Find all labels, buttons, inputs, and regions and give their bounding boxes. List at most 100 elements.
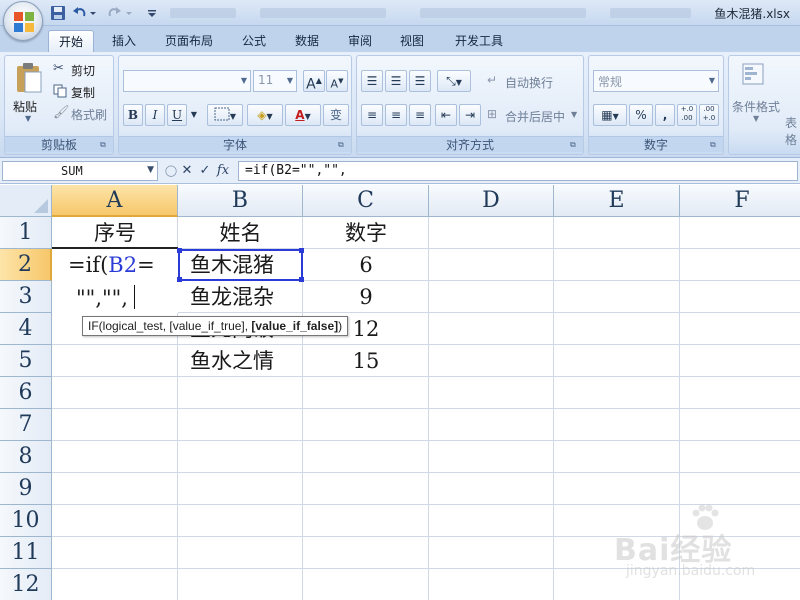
row-header-10[interactable]: 10 bbox=[0, 505, 52, 537]
reference-handle[interactable] bbox=[177, 248, 182, 253]
number-format-combo[interactable]: 常规 ▼ bbox=[593, 70, 719, 92]
font-size-combo[interactable]: 11 ▼ bbox=[253, 70, 297, 92]
copy-button[interactable]: 复制 bbox=[53, 82, 113, 102]
select-all-corner[interactable] bbox=[0, 185, 52, 217]
editor-prefix: =if( bbox=[68, 253, 109, 277]
align-center-icon[interactable]: ≡ bbox=[385, 104, 407, 126]
merge-center-button[interactable]: ⊞ 合并后居中 ▼ bbox=[487, 106, 583, 126]
increase-indent-icon[interactable]: ⇥ bbox=[459, 104, 481, 126]
redo-icon[interactable] bbox=[106, 5, 122, 21]
row-header-8[interactable]: 8 bbox=[0, 441, 52, 473]
bold-button[interactable]: B bbox=[123, 104, 143, 126]
font-name-combo[interactable]: ▼ bbox=[123, 70, 251, 92]
cancel-entry-icon[interactable]: ✕ bbox=[178, 161, 196, 181]
underline-dropdown-icon[interactable]: ▼ bbox=[187, 104, 201, 126]
shrink-font-icon[interactable]: A▼ bbox=[326, 70, 348, 92]
cell-c5[interactable]: 15 bbox=[303, 346, 429, 377]
reference-highlight-b2 bbox=[177, 248, 304, 282]
tab-formulas[interactable]: 公式 bbox=[232, 30, 276, 52]
cell-c3[interactable]: 9 bbox=[303, 282, 429, 313]
align-right-icon[interactable]: ≡ bbox=[409, 104, 431, 126]
number-launcher-icon[interactable]: ⧉ bbox=[710, 140, 720, 150]
copy-icon bbox=[53, 84, 67, 101]
row-header-5[interactable]: 5 bbox=[0, 345, 52, 377]
accounting-format-icon[interactable]: ▦▼ bbox=[593, 104, 627, 126]
row-header-2[interactable]: 2 bbox=[0, 249, 52, 281]
column-header-c[interactable]: C bbox=[303, 185, 429, 217]
column-header-b[interactable]: B bbox=[178, 185, 303, 217]
conditional-format-label[interactable]: 条件格式 bbox=[732, 98, 780, 115]
column-header-e[interactable]: E bbox=[554, 185, 680, 217]
cell-a2-editor[interactable]: =if(B2= "","", bbox=[52, 249, 178, 313]
tab-insert[interactable]: 插入 bbox=[100, 30, 148, 52]
tab-page-layout[interactable]: 页面布局 bbox=[158, 30, 220, 52]
cell-c1[interactable]: 数字 bbox=[303, 218, 429, 249]
tab-developer[interactable]: 开发工具 bbox=[446, 30, 512, 52]
office-button[interactable] bbox=[3, 1, 43, 41]
row-header-6[interactable]: 6 bbox=[0, 377, 52, 409]
name-box[interactable]: SUM ▼ bbox=[2, 161, 158, 181]
undo-icon[interactable] bbox=[72, 5, 88, 21]
fill-color-button[interactable]: ◈▼ bbox=[247, 104, 283, 126]
column-header-f[interactable]: F bbox=[680, 185, 800, 217]
comma-button[interactable]: , bbox=[655, 104, 675, 126]
alignment-launcher-icon[interactable]: ⧉ bbox=[570, 140, 580, 150]
decrease-indent-icon[interactable]: ⇤ bbox=[435, 104, 457, 126]
format-painter-button[interactable]: 🖌 格式刷 bbox=[53, 104, 115, 124]
decrease-decimal-button[interactable]: .00 +.0 bbox=[699, 104, 719, 126]
row-header-12[interactable]: 12 bbox=[0, 569, 52, 600]
row-header-3[interactable]: 3 bbox=[0, 281, 52, 313]
copy-label: 复制 bbox=[71, 86, 96, 100]
conditional-format-icon[interactable] bbox=[741, 62, 767, 88]
undo-dropdown-icon[interactable] bbox=[88, 5, 98, 21]
align-middle-icon[interactable]: ☰ bbox=[385, 70, 407, 92]
align-bottom-icon[interactable]: ☰ bbox=[409, 70, 431, 92]
underline-button[interactable]: U bbox=[167, 104, 187, 126]
cut-button[interactable]: ✂ 剪切 bbox=[53, 60, 113, 80]
cell-b3[interactable]: 鱼龙混杂 bbox=[190, 282, 302, 313]
phonetic-button[interactable]: 变 bbox=[323, 104, 349, 126]
table-format-label[interactable]: 表格 bbox=[785, 114, 800, 148]
redo-dropdown-icon[interactable] bbox=[124, 5, 134, 21]
reference-handle[interactable] bbox=[299, 277, 304, 282]
cell-c2[interactable]: 6 bbox=[303, 250, 429, 281]
borders-button[interactable]: ▼ bbox=[207, 104, 243, 126]
percent-button[interactable]: % bbox=[629, 104, 653, 126]
row-header-7[interactable]: 7 bbox=[0, 409, 52, 441]
column-header-a[interactable]: A bbox=[52, 185, 178, 217]
reference-handle[interactable] bbox=[299, 248, 304, 253]
row-header-4[interactable]: 4 bbox=[0, 313, 52, 345]
font-color-button[interactable]: A▼ bbox=[285, 104, 321, 126]
column-header-d[interactable]: D bbox=[429, 185, 554, 217]
increase-decimal-button[interactable]: +.0 .00 bbox=[677, 104, 697, 126]
paste-button[interactable]: 粘贴 ▼ bbox=[11, 60, 47, 130]
gridline bbox=[52, 472, 800, 473]
italic-button[interactable]: I bbox=[145, 104, 165, 126]
cell-b1[interactable]: 姓名 bbox=[178, 218, 303, 249]
row-header-9[interactable]: 9 bbox=[0, 473, 52, 505]
orientation-icon[interactable]: ⤡▼ bbox=[437, 70, 471, 92]
tooltip-active-argument[interactable]: [value_if_false] bbox=[251, 319, 338, 333]
save-icon[interactable] bbox=[50, 5, 66, 21]
tab-view[interactable]: 视图 bbox=[390, 30, 434, 52]
clipboard-launcher-icon[interactable]: ⧉ bbox=[100, 140, 110, 150]
grow-font-icon[interactable]: A▲ bbox=[303, 70, 325, 93]
alignment-group: ☰ ☰ ☰ ⤡▼ ↵ 自动换行 ≡ ≡ ≡ ⇤ ⇥ ⊞ 合并后居中 ▼ 对齐方式… bbox=[356, 55, 584, 155]
wrap-text-button[interactable]: ↵ 自动换行 bbox=[487, 72, 583, 92]
confirm-entry-icon[interactable]: ✓ bbox=[196, 161, 214, 181]
name-box-dropdown-icon[interactable]: ▼ bbox=[147, 165, 154, 175]
insert-function-icon[interactable]: fx bbox=[214, 161, 232, 181]
customize-toolbar-icon[interactable] bbox=[146, 5, 158, 21]
font-launcher-icon[interactable]: ⧉ bbox=[338, 140, 348, 150]
tab-home[interactable]: 开始 bbox=[48, 30, 94, 52]
cell-a1[interactable]: 序号 bbox=[52, 218, 178, 249]
align-left-icon[interactable]: ≡ bbox=[361, 104, 383, 126]
formula-input[interactable]: =if(B2="","", bbox=[238, 161, 798, 181]
tab-review[interactable]: 审阅 bbox=[338, 30, 382, 52]
cell-b5[interactable]: 鱼水之情 bbox=[190, 346, 302, 377]
reference-handle[interactable] bbox=[177, 277, 182, 282]
row-header-11[interactable]: 11 bbox=[0, 537, 52, 569]
row-header-1[interactable]: 1 bbox=[0, 217, 52, 249]
align-top-icon[interactable]: ☰ bbox=[361, 70, 383, 92]
tab-data[interactable]: 数据 bbox=[285, 30, 329, 52]
